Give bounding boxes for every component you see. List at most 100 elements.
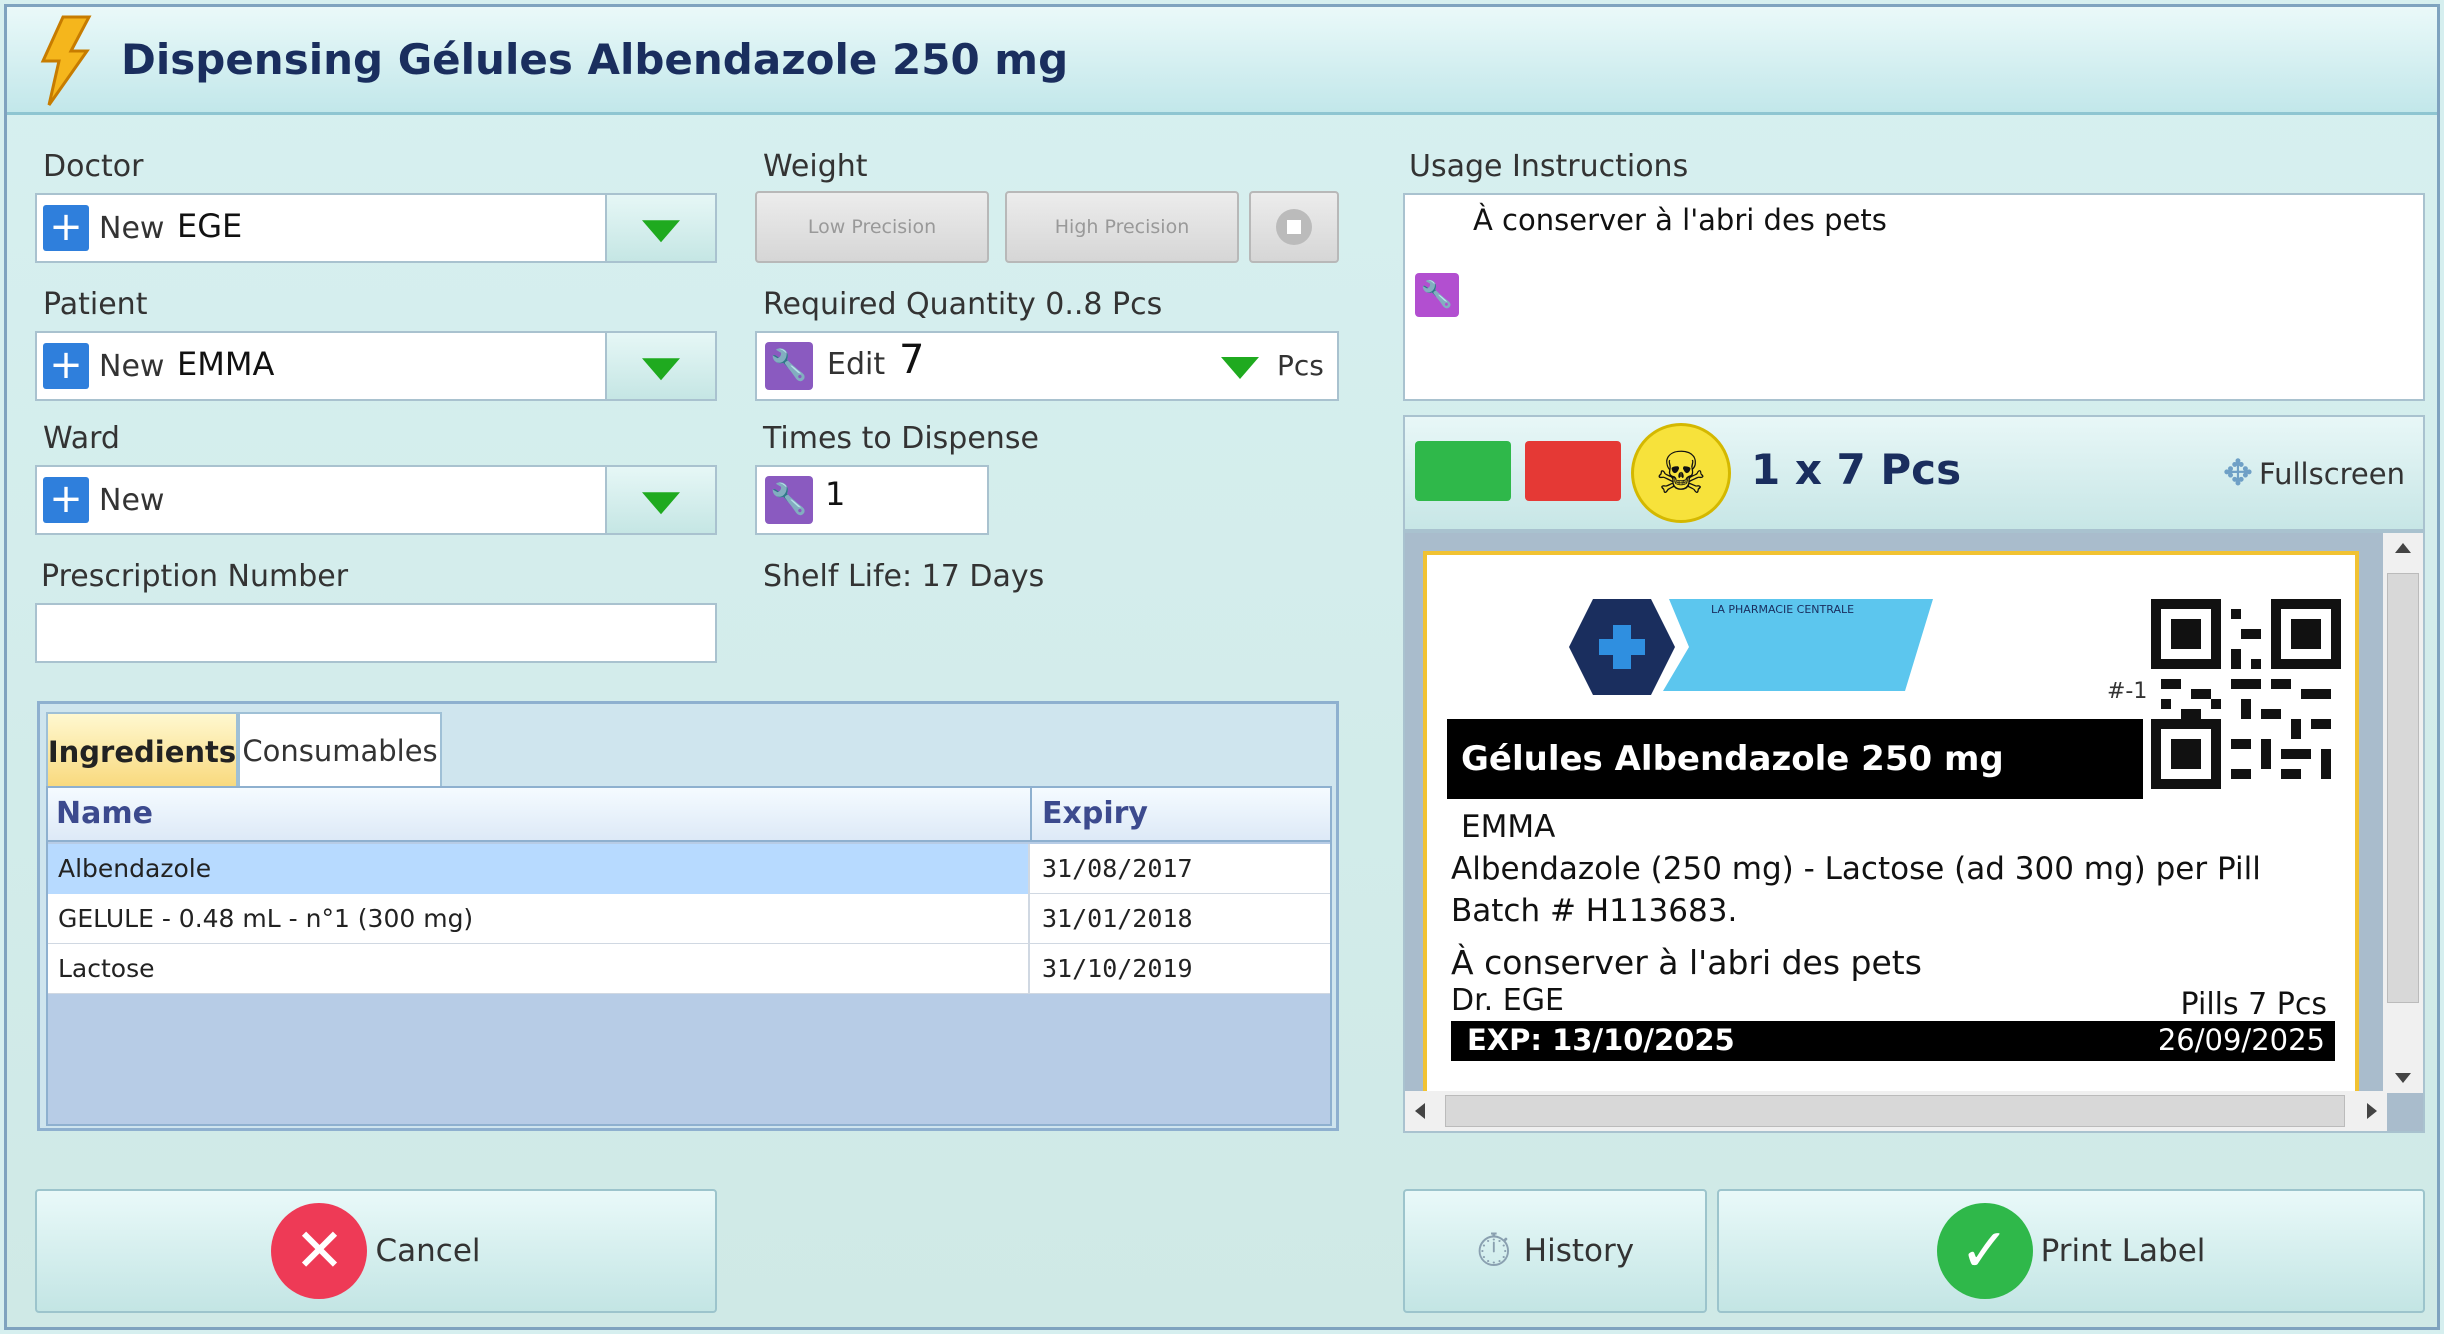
wrench-icon[interactable]: 🔧 <box>1415 273 1459 317</box>
chevron-down-icon <box>642 492 680 515</box>
history-icon: ⏱ <box>1475 1223 1512 1277</box>
plus-icon: + <box>43 343 89 389</box>
title-bar: Dispensing Gélules Albendazole 250 mg <box>7 7 2437 115</box>
ingredients-table: Name Expiry Albendazole 31/08/2017 GELUL… <box>46 786 1332 1126</box>
label-batch: Batch # H113683. <box>1451 893 1738 929</box>
label-preview-area: LA PHARMACIE CENTRALE #-1 Gélules Albend… <box>1403 531 2425 1133</box>
table-row[interactable]: GELULE - 0.48 mL - n°1 (300 mg) 31/01/20… <box>48 894 1330 944</box>
high-precision-button[interactable]: High Precision <box>1005 191 1239 263</box>
label-patient: EMMA <box>1461 809 1556 845</box>
shelf-life: Shelf Life: 17 Days <box>763 559 1045 594</box>
ingredient-expiry: 31/10/2019 <box>1042 954 1193 983</box>
label-instruction: À conserver à l'abri des pets <box>1451 943 1922 982</box>
ingredient-expiry: 31/01/2018 <box>1042 904 1193 933</box>
table-row[interactable]: Albendazole 31/08/2017 <box>48 844 1330 894</box>
quantity-field[interactable]: 🔧 Edit 7 Pcs <box>755 331 1339 401</box>
times-label: Times to Dispense <box>763 421 1039 456</box>
label-doctor: Dr. EGE <box>1451 983 1564 1018</box>
column-name[interactable]: Name <box>56 796 153 831</box>
cancel-button[interactable]: ✕ Cancel <box>35 1189 717 1313</box>
expiry-bar: EXP: 13/10/2025 26/09/2025 <box>1451 1021 2335 1061</box>
usage-instructions-field[interactable]: À conserver à l'abri des pets 🔧 <box>1403 193 2425 401</box>
new-patient-button[interactable]: + New <box>43 341 164 391</box>
doctor-label: Doctor <box>43 149 144 184</box>
doctor-dropdown-button[interactable] <box>605 195 715 261</box>
table-header: Name Expiry <box>48 788 1330 842</box>
low-precision-button[interactable]: Low Precision <box>755 191 989 263</box>
ward-label: Ward <box>43 421 120 456</box>
scroll-right-icon[interactable] <box>2367 1103 2377 1119</box>
times-value: 1 <box>825 475 846 513</box>
label-pills: Pills 7 Pcs <box>2180 987 2327 1022</box>
stop-icon <box>1276 209 1312 245</box>
usage-text: À conserver à l'abri des pets <box>1473 203 1887 237</box>
scroll-up-icon[interactable] <box>2395 543 2411 553</box>
wrench-icon[interactable]: 🔧 <box>765 476 813 524</box>
check-icon: ✓ <box>1936 1203 2033 1299</box>
label-date: 26/09/2025 <box>2157 1023 2325 1057</box>
horizontal-scrollbar[interactable] <box>1405 1091 2387 1131</box>
label-count: 1 x 7 Pcs <box>1751 445 1962 494</box>
history-button[interactable]: ⏱ History <box>1403 1189 1707 1313</box>
vertical-scrollbar[interactable] <box>2383 533 2423 1093</box>
barcode-icon <box>2151 599 2341 789</box>
print-label-button[interactable]: ✓ Print Label <box>1717 1189 2425 1313</box>
label-composition: Albendazole (250 mg) - Lactose (ad 300 m… <box>1451 851 2261 887</box>
label-card: LA PHARMACIE CENTRALE #-1 Gélules Albend… <box>1423 551 2359 1111</box>
patient-label: Patient <box>43 287 148 322</box>
tab-consumables[interactable]: Consumables <box>238 712 442 790</box>
chevron-down-icon <box>642 358 680 381</box>
dispensing-window: Dispensing Gélules Albendazole 250 mg Do… <box>4 4 2440 1330</box>
scroll-down-icon[interactable] <box>2395 1073 2411 1083</box>
new-ward-button[interactable]: + New <box>43 475 164 525</box>
weight-label: Weight <box>763 149 868 184</box>
ingredient-name: Albendazole <box>48 844 1030 894</box>
ingredient-expiry: 31/08/2017 <box>1042 854 1193 883</box>
edit-quantity-label[interactable]: Edit <box>827 347 885 382</box>
usage-label: Usage Instructions <box>1409 149 1689 184</box>
patient-dropdown-button[interactable] <box>605 333 715 399</box>
doctor-value: EGE <box>177 207 243 245</box>
window-title: Dispensing Gélules Albendazole 250 mg <box>121 35 1069 84</box>
lightning-icon <box>40 15 92 106</box>
wrench-icon[interactable]: 🔧 <box>765 342 813 390</box>
label-code: #-1 <box>2107 679 2148 704</box>
ward-dropdown-button[interactable] <box>605 467 715 533</box>
quantity-unit: Pcs <box>1277 349 1324 382</box>
column-expiry[interactable]: Expiry <box>1042 796 1148 831</box>
stop-weight-button[interactable] <box>1249 191 1339 263</box>
close-icon: ✕ <box>271 1203 368 1299</box>
pharmacy-name: LA PHARMACIE CENTRALE <box>1711 603 1854 616</box>
quantity-label: Required Quantity 0..8 Pcs <box>763 287 1163 322</box>
plus-icon: + <box>43 477 89 523</box>
quantity-value: 7 <box>899 337 925 383</box>
ingredient-name: GELULE - 0.48 mL - n°1 (300 mg) <box>48 894 1030 944</box>
red-status-button[interactable] <box>1525 441 1621 501</box>
tab-ingredients[interactable]: Ingredients <box>46 712 238 790</box>
ingredients-panel: Ingredients Consumables Name Expiry Albe… <box>37 701 1339 1131</box>
ward-field[interactable]: + New <box>35 465 717 535</box>
ingredient-name: Lactose <box>48 944 1030 994</box>
fullscreen-button[interactable]: ✥ Fullscreen <box>2223 453 2405 494</box>
plus-icon: + <box>43 205 89 251</box>
table-row[interactable]: Lactose 31/10/2019 <box>48 944 1330 994</box>
skull-icon[interactable]: ☠ <box>1631 423 1731 523</box>
move-icon: ✥ <box>2222 453 2253 494</box>
patient-field[interactable]: + New EMMA <box>35 331 717 401</box>
prescription-label: Prescription Number <box>41 559 349 594</box>
times-field[interactable]: 🔧 1 <box>755 465 989 535</box>
doctor-field[interactable]: + New EGE <box>35 193 717 263</box>
green-status-button[interactable] <box>1415 441 1511 501</box>
pharmacy-logo: LA PHARMACIE CENTRALE <box>1569 599 1933 695</box>
horizontal-scroll-thumb[interactable] <box>1445 1095 2345 1127</box>
label-preview-toolbar: ☠ 1 x 7 Pcs ✥ Fullscreen <box>1403 415 2425 531</box>
prescription-input[interactable] <box>35 603 717 663</box>
new-doctor-button[interactable]: + New <box>43 203 164 253</box>
vertical-scroll-thumb[interactable] <box>2387 573 2419 1003</box>
product-banner: Gélules Albendazole 250 mg <box>1447 719 2143 799</box>
scroll-left-icon[interactable] <box>1415 1103 1425 1119</box>
label-exp: EXP: 13/10/2025 <box>1467 1023 1735 1057</box>
chevron-down-icon <box>642 220 680 243</box>
patient-value: EMMA <box>177 345 275 383</box>
unit-dropdown-icon[interactable] <box>1221 357 1259 379</box>
